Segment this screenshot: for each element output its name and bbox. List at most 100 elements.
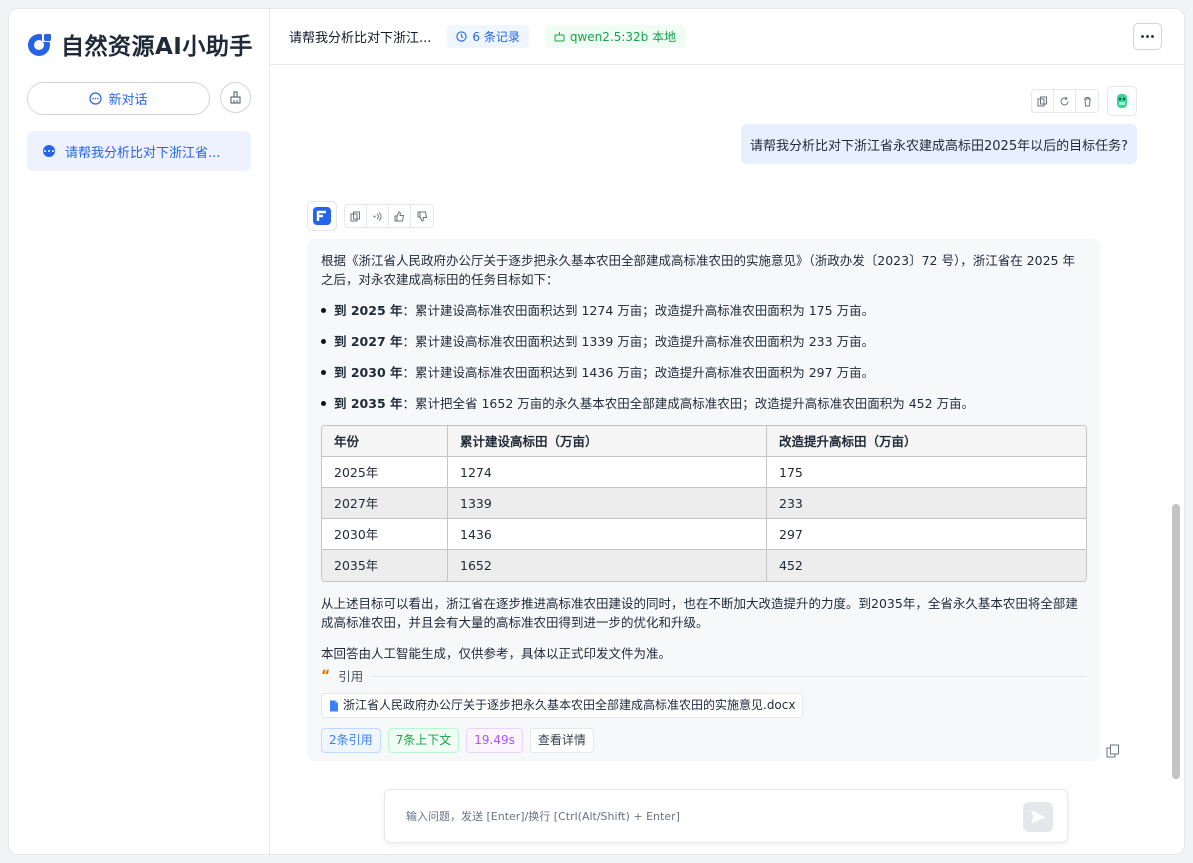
table-cell: 175 [767,457,1086,488]
list-item-year: 到 2030 年 [334,365,403,380]
citation-label: 引用 [338,669,364,684]
copy-icon [1037,96,1047,106]
conversation-item[interactable]: 请帮我分析比对下浙江省... [27,131,251,171]
thumbs-up-icon [394,210,405,221]
list-item-year: 到 2035 年 [334,396,403,411]
meta-chips: 2条引用 7条上下文 19.49s 查看详情 [321,728,1086,753]
copy-button[interactable] [1032,90,1054,112]
dislike-button[interactable] [411,205,433,227]
bot-logo-icon [313,207,331,225]
target-list: 到 2025 年：累计建设高标准农田面积达到 1274 万亩；改造提升高标准农田… [321,301,1086,413]
chat-main: 请帮我分析比对下浙江... 6 条记录 qwen2.5:32b 本地 请帮我分析… [270,9,1184,854]
document-icon [330,700,338,711]
column-header: 年份 [322,426,448,457]
broom-icon [230,91,241,104]
user-message: 请帮我分析比对下浙江省永农建成高标田2025年以后的目标任务? [741,124,1137,164]
column-header: 改造提升高标田（万亩） [767,426,1086,457]
copy-icon[interactable] [1106,744,1120,758]
list-item-year: 到 2027 年 [334,334,403,349]
new-chat-button[interactable]: 新对话 [27,82,210,115]
send-button[interactable] [1023,802,1053,832]
sidebar: 自然资源AI小助手 新对话 请帮我分析比对下浙江省... [9,9,270,854]
table-cell: 1436 [448,519,767,550]
table-cell: 2030年 [322,519,448,550]
list-item-text: ：累计建设高标准农田面积达到 1339 万亩；改造提升高标准农田面积为 233 … [402,334,875,349]
trash-icon [1083,96,1091,106]
record-count-tag[interactable]: 6 条记录 [447,25,529,48]
record-count-label: 6 条记录 [472,30,520,44]
table-header-row: 年份 累计建设高标田（万亩） 改造提升高标田（万亩） [322,426,1086,457]
new-chat-label: 新对话 [108,93,148,108]
citation-file[interactable]: 浙江省人民政府办公厅关于逐步把永久基本农田全部建成高标准农田的实施意见.docx [321,693,804,718]
clear-history-button[interactable] [220,82,251,113]
table-cell: 452 [767,550,1086,581]
more-options-button[interactable] [1133,23,1162,50]
user-avatar-icon [1117,94,1127,108]
list-item: 到 2027 年：累计建设高标准农田面积达到 1339 万亩；改造提升高标准农田… [321,332,1086,351]
bot-avatar [307,201,337,231]
table-row: 2027年 1339 233 [322,488,1086,519]
app-logo-icon [28,32,52,56]
list-item-text: ：累计建设高标准农田面积达到 1274 万亩；改造提升高标准农田面积为 175 … [402,303,875,318]
table-row: 2035年 1652 452 [322,550,1086,581]
scrollbar[interactable] [1172,504,1180,779]
target-table: 年份 累计建设高标田（万亩） 改造提升高标田（万亩） 2025年 1274 17… [321,425,1087,582]
copy-button[interactable] [345,205,367,227]
answer-summary: 从上述目标可以看出，浙江省在逐步推进高标准农田建设的同时，也在不断加大改造提升的… [321,596,1078,630]
chat-dots-icon [43,145,55,157]
bot-message: 根据《浙江省人民政府办公厅关于逐步把永久基本农田全部建成高标准农田的实施意见》（… [307,239,1100,761]
citation-header: “ 引用 [321,667,1086,686]
model-label: qwen2.5:32b 本地 [569,30,677,44]
user-avatar [1107,86,1137,116]
user-message-toolbar [1031,89,1099,113]
like-button[interactable] [389,205,411,227]
chat-input[interactable] [406,809,1006,823]
divider [371,676,1086,677]
app-window: 自然资源AI小助手 新对话 请帮我分析比对下浙江省... 请帮我分析比对下浙江.… [8,8,1185,855]
model-icon [554,32,565,42]
column-header: 累计建设高标田（万亩） [448,426,767,457]
list-item: 到 2035 年：累计把全省 1652 万亩的永久基本农田全部建成高标准农田；改… [321,394,1086,413]
table-cell: 2027年 [322,488,448,519]
regenerate-button[interactable] [1054,90,1076,112]
table-cell: 1339 [448,488,767,519]
list-item-year: 到 2025 年 [334,303,403,318]
quote-icon: “ [321,668,331,684]
chat-header: 请帮我分析比对下浙江... 6 条记录 qwen2.5:32b 本地 [270,9,1184,65]
list-item: 到 2025 年：累计建设高标准农田面积达到 1274 万亩；改造提升高标准农田… [321,301,1086,320]
clock-icon [456,31,468,42]
chat-bubble-icon [89,92,103,105]
list-item: 到 2030 年：累计建设高标准农田面积达到 1436 万亩；改造提升高标准农田… [321,363,1086,382]
chat-title: 请帮我分析比对下浙江... [289,31,432,46]
table-cell: 233 [767,488,1086,519]
citation-file-name: 浙江省人民政府办公厅关于逐步把永久基本农田全部建成高标准农田的实施意见.docx [343,698,796,712]
table-cell: 1652 [448,550,767,581]
table-cell: 297 [767,519,1086,550]
sound-wave-icon [373,211,382,221]
table-row: 2030年 1436 297 [322,519,1086,550]
model-tag: qwen2.5:32b 本地 [544,25,686,48]
bot-message-toolbar [344,204,434,228]
delete-button[interactable] [1076,90,1098,112]
table-row: 2025年 1274 175 [322,457,1086,488]
refresh-icon [1060,96,1069,105]
chat-input-box [384,789,1068,843]
conversation-label: 请帮我分析比对下浙江省... [65,145,221,161]
table-cell: 1274 [448,457,767,488]
thumbs-down-icon [417,211,427,222]
context-chip[interactable]: 7条上下文 [387,728,460,753]
answer-disclaimer: 本回答由人工智能生成，仅供参考，具体以正式印发文件为准。 [321,646,672,661]
list-item-text: ：累计建设高标准农田面积达到 1436 万亩；改造提升高标准农田面积为 297 … [402,365,875,380]
send-icon [1031,810,1045,824]
copy-icon [350,211,360,221]
time-chip: 19.49s [466,728,523,753]
view-details-button[interactable]: 查看详情 [529,728,594,753]
app-title: 自然资源AI小助手 [61,34,253,60]
table-cell: 2025年 [322,457,448,488]
read-aloud-button[interactable] [367,205,389,227]
references-chip[interactable]: 2条引用 [321,728,381,753]
answer-intro: 根据《浙江省人民政府办公厅关于逐步把永久基本农田全部建成高标准农田的实施意见》（… [321,253,1075,287]
brand: 自然资源AI小助手 [27,27,253,61]
list-item-text: ：累计把全省 1652 万亩的永久基本农田全部建成高标准农田；改造提升高标准农田… [402,396,975,411]
table-cell: 2035年 [322,550,448,581]
